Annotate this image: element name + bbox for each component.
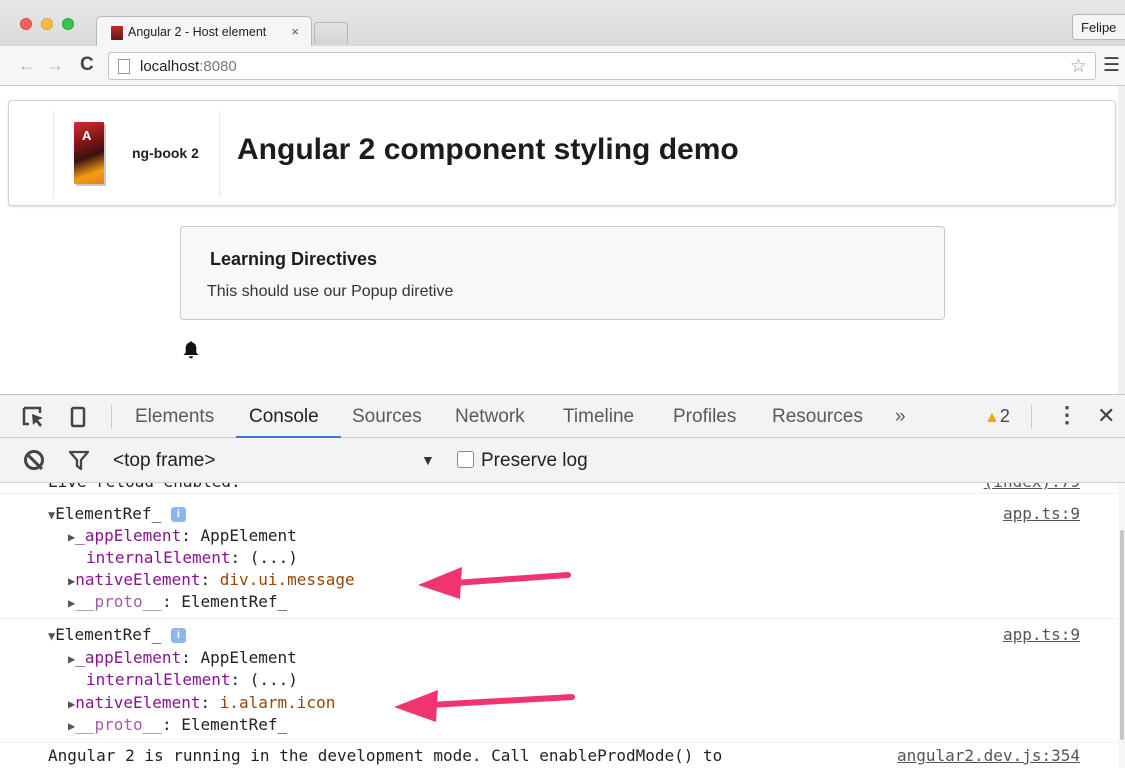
device-mode-icon[interactable] [70, 406, 86, 428]
object-name: ElementRef_ [55, 504, 162, 523]
page-icon [118, 59, 130, 74]
tab-profiles[interactable]: Profiles [673, 406, 736, 428]
tab-elements[interactable]: Elements [135, 406, 214, 428]
favicon-icon [111, 26, 123, 40]
more-tabs-button[interactable]: » [895, 406, 906, 428]
menu-icon[interactable]: ☰ [1103, 54, 1120, 77]
property-row[interactable]: ▶__proto__: ElementRef_ [68, 591, 287, 613]
tab-sources[interactable]: Sources [352, 406, 422, 428]
tab-resources[interactable]: Resources [772, 406, 863, 428]
devtools-tabbar: Elements Console Sources Network Timelin… [0, 394, 1125, 439]
console-message: Live reload enabled. (index):79 [0, 483, 1118, 494]
devtools-close-icon[interactable]: ✕ [1097, 403, 1115, 429]
source-link[interactable]: (index):79 [984, 483, 1080, 491]
object-header[interactable]: ▼ElementRef_ i [48, 624, 186, 646]
console-output: Live reload enabled. (index):79 ▼Element… [0, 483, 1125, 768]
browser-toolbar: ← → C localhost:8080 ☆ ☰ [0, 46, 1125, 86]
tab-network[interactable]: Network [455, 406, 525, 428]
toolbar-divider [111, 405, 112, 429]
console-scroll-thumb[interactable] [1120, 530, 1124, 740]
close-window-button[interactable] [20, 18, 32, 30]
page-title: Angular 2 component styling demo [237, 133, 739, 166]
preserve-log-checkbox[interactable] [457, 451, 474, 468]
back-icon[interactable]: ← [18, 55, 36, 76]
tab-console[interactable]: Console [249, 406, 319, 428]
object-name: ElementRef_ [55, 625, 162, 644]
tab-timeline[interactable]: Timeline [563, 406, 634, 428]
reload-icon[interactable]: C [80, 54, 94, 76]
minimize-window-button[interactable] [41, 18, 53, 30]
console-filter-bar: <top frame> ▼ Preserve log [0, 438, 1125, 483]
kebab-menu-icon[interactable]: ⋮ [1056, 402, 1078, 428]
page-viewport: ng-book 2 Angular 2 component styling de… [0, 86, 1125, 394]
profile-button[interactable]: Felipe [1072, 14, 1125, 40]
toolbar-divider [1031, 405, 1032, 429]
preserve-log-label: Preserve log [481, 450, 588, 471]
zoom-window-button[interactable] [62, 18, 74, 30]
property-row[interactable]: ▶_appElement: AppElement [68, 647, 297, 669]
frame-select[interactable]: <top frame> [113, 450, 215, 472]
filter-funnel-icon[interactable] [68, 450, 90, 471]
bookmark-star-icon[interactable]: ☆ [1070, 55, 1087, 78]
warning-icon: ▲ [984, 409, 1000, 426]
source-link[interactable]: app.ts:9 [1003, 503, 1080, 525]
site-header: ng-book 2 Angular 2 component styling de… [8, 100, 1116, 206]
info-icon[interactable]: i [170, 628, 186, 643]
console-text: Live reload enabled. [48, 483, 241, 491]
dropdown-arrow-icon[interactable]: ▼ [421, 452, 435, 468]
inspect-element-icon[interactable] [22, 406, 46, 428]
brand-name: ng-book 2 [132, 145, 199, 161]
page-scrollbar[interactable] [1118, 86, 1125, 394]
alarm-bell-icon[interactable] [182, 340, 200, 360]
annotation-arrow [394, 690, 575, 722]
browser-tab[interactable]: Angular 2 - Host element × [96, 16, 312, 46]
source-link[interactable]: angular2.dev.js:354 [897, 745, 1080, 767]
annotation-arrow [418, 567, 571, 599]
console-text: Angular 2 is running in the development … [48, 746, 723, 765]
object-header[interactable]: ▼ElementRef_ i [48, 503, 186, 525]
console-message: Angular 2 is running in the development … [0, 744, 1118, 768]
message-header: Learning Directives [210, 249, 378, 269]
brand-link[interactable]: ng-book 2 [53, 111, 220, 197]
property-row[interactable]: internalElement: (...) [86, 669, 298, 691]
address-bar[interactable]: localhost:8080 ☆ [108, 52, 1096, 80]
property-row[interactable]: ▶__proto__: ElementRef_ [68, 714, 287, 736]
forward-icon[interactable]: → [46, 55, 64, 76]
message-body: This should use our Popup diretive [207, 283, 454, 300]
url-text: localhost:8080 [140, 58, 237, 75]
source-link[interactable]: app.ts:9 [1003, 624, 1080, 646]
info-icon[interactable]: i [170, 507, 186, 522]
tab-strip: Angular 2 - Host element × Felipe [0, 0, 1125, 46]
tab-title: Angular 2 - Host element [128, 25, 267, 39]
warning-count: 2 [999, 406, 1010, 426]
property-row[interactable]: ▶_appElement: AppElement [68, 525, 297, 547]
clear-console-icon[interactable] [24, 450, 44, 470]
new-tab-button[interactable] [314, 22, 348, 44]
property-row[interactable]: ▶nativeElement: i.alarm.icon [68, 692, 335, 714]
ng-book-logo [74, 122, 104, 184]
popup-message[interactable]: Learning Directives This should use our … [180, 226, 945, 320]
tab-close-icon[interactable]: × [291, 24, 299, 39]
property-row[interactable]: ▶nativeElement: div.ui.message [68, 569, 355, 591]
property-row[interactable]: internalElement: (...) [86, 547, 298, 569]
warnings-counter[interactable]: ▲2 [984, 406, 1010, 427]
